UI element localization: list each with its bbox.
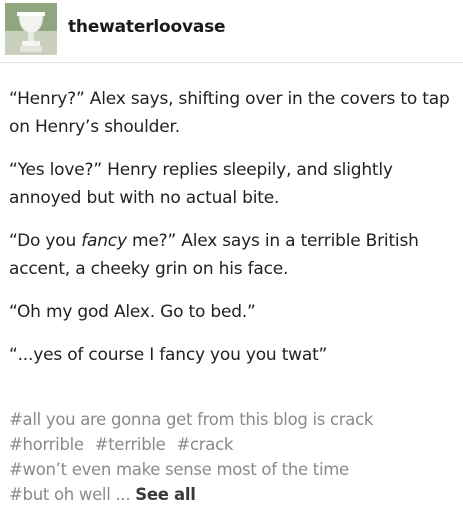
- paragraph: “Do you fancy me?” Alex says in a terrib…: [9, 227, 459, 283]
- tag-link[interactable]: #horrible: [9, 435, 84, 454]
- tag-list: #all you are gonna get from this blog is…: [9, 407, 461, 507]
- paragraph: “Yes love?” Henry replies sleepily, and …: [9, 160, 393, 208]
- username[interactable]: thewaterloovase: [68, 17, 226, 37]
- post-header: thewaterloovase: [0, 0, 463, 63]
- paragraph: “Oh my god Alex. Go to bed.”: [9, 302, 256, 322]
- vase-avatar-icon[interactable]: [5, 3, 57, 55]
- tumblr-post: thewaterloovase “Henry?” Alex says, shif…: [0, 0, 463, 504]
- tag-link[interactable]: #crack: [176, 435, 233, 454]
- paragraph-text: “Do you: [9, 231, 82, 251]
- paragraph-emphasis: fancy: [81, 231, 127, 251]
- see-all-tags-button[interactable]: See all: [135, 485, 196, 504]
- vase-icon: [5, 3, 57, 55]
- paragraph: “Henry?” Alex says, shifting over in the…: [9, 89, 450, 137]
- paragraph: “...yes of course I fancy you you twat”: [9, 345, 328, 365]
- tag-link[interactable]: #all you are gonna get from this blog is…: [9, 410, 373, 429]
- tag-link[interactable]: #terrible: [95, 435, 166, 454]
- tags-ellipsis: ...: [115, 485, 131, 504]
- tag-link[interactable]: #but oh well: [9, 485, 111, 504]
- post-body: “Henry?” Alex says, shifting over in the…: [9, 85, 459, 384]
- tag-link[interactable]: #won’t even make sense most of the time: [9, 460, 349, 479]
